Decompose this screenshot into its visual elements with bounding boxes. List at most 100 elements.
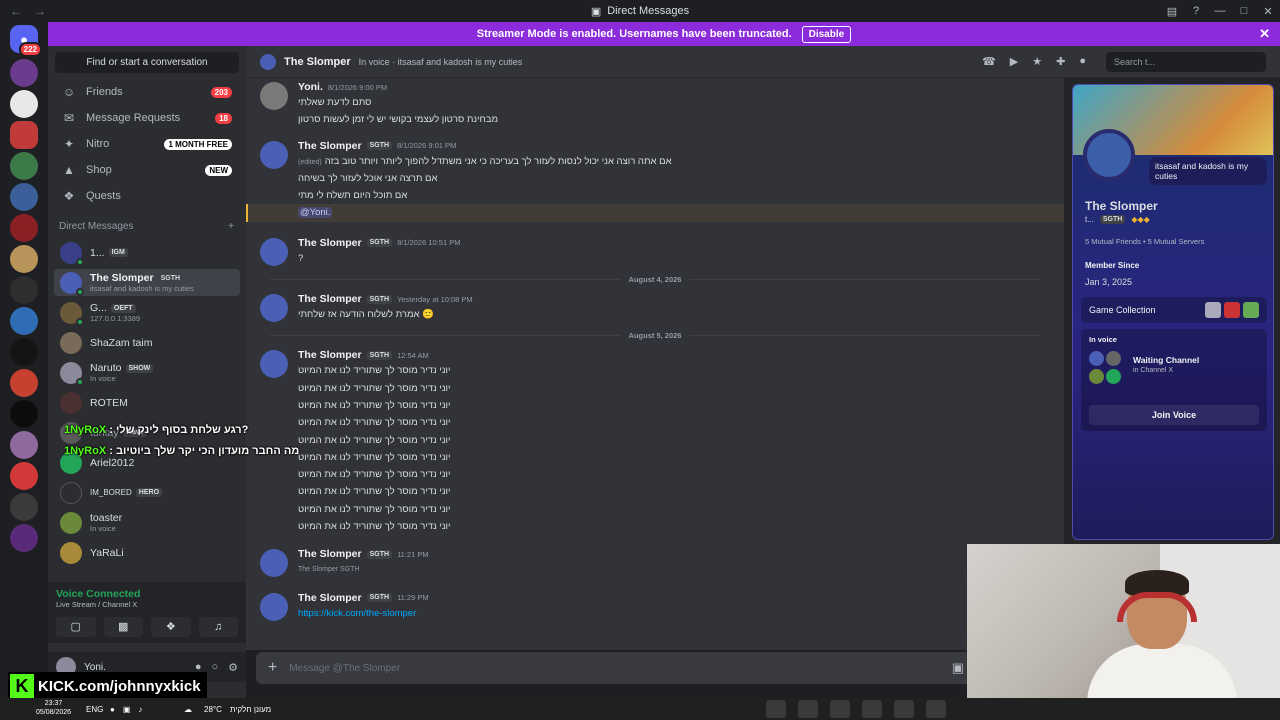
server-icon[interactable]	[10, 338, 38, 366]
date-divider: August 4, 2026	[262, 275, 1048, 284]
gift-icon[interactable]: ▣	[952, 660, 964, 676]
profile-card: itsasaf and kadosh is my cuties The Slom…	[1072, 84, 1274, 540]
dm-item[interactable]: toaster In voice	[54, 509, 240, 536]
gear-icon[interactable]: ⚙	[228, 661, 238, 674]
friends-icon: ☺	[62, 85, 76, 99]
server-icon[interactable]	[10, 276, 38, 304]
app-icon[interactable]	[926, 700, 946, 718]
server-icon[interactable]	[10, 493, 38, 521]
server-icon[interactable]	[10, 524, 38, 552]
server-icon[interactable]	[10, 462, 38, 490]
language[interactable]: ENG	[86, 705, 103, 714]
dm-item[interactable]: ShaZam taim	[54, 329, 240, 356]
dm-item[interactable]: ROTEM	[54, 389, 240, 416]
screenshare-button[interactable]: ▩	[103, 617, 143, 637]
user-name: Yoni.	[84, 661, 106, 673]
dm-item[interactable]: 1... IGM	[54, 239, 240, 266]
server-icon[interactable]	[10, 152, 38, 180]
avatar[interactable]	[260, 549, 288, 578]
message: Yoni. 8/1/2026 9:00 PM סתם לדעת שאלתי מבח…	[246, 80, 1064, 129]
server-icon[interactable]	[10, 90, 38, 118]
dm-item[interactable]: YaRaLi	[54, 539, 240, 566]
video-icon[interactable]: ▶	[1010, 55, 1018, 68]
sidebar-item-nitro[interactable]: ✦ Nitro 1 MONTH FREE	[54, 131, 240, 157]
plus-icon[interactable]: +	[228, 221, 234, 232]
avatar[interactable]	[260, 294, 288, 323]
message: The Slomper SGTH 11:21 PM The Slomper SGTH	[246, 547, 1064, 578]
avatar[interactable]	[260, 350, 288, 379]
sidebar-item-friends[interactable]: ☺ Friends 203	[54, 79, 240, 105]
game-collection[interactable]: Game Collection	[1081, 297, 1267, 323]
call-icon[interactable]: ☎	[982, 55, 996, 68]
search-input[interactable]: Search t...	[1106, 51, 1266, 72]
server-icon[interactable]	[10, 307, 38, 335]
window-controls: ▤ ? — □ ✕	[1160, 0, 1280, 22]
close-button[interactable]: ✕	[1256, 5, 1280, 18]
server-icon[interactable]	[10, 214, 38, 242]
headphones-icon[interactable]: ○	[211, 661, 218, 674]
mail-icon: ✉	[63, 111, 75, 125]
guild-tag: IGM	[108, 248, 128, 257]
close-icon[interactable]: ✕	[1259, 26, 1270, 42]
dm-item[interactable]: IM_BORED HERO	[54, 479, 240, 506]
mic-icon[interactable]: ●	[110, 705, 115, 714]
profile-avatar[interactable]	[1083, 129, 1135, 181]
server-rail: ● 222	[0, 22, 48, 698]
guild-tag: SHOW	[125, 363, 154, 373]
app-icon[interactable]	[862, 700, 882, 718]
guild-tag: SGTH	[1099, 215, 1126, 224]
message-link[interactable]: https://kick.com/the-slomper	[298, 608, 416, 619]
game-icons	[1205, 302, 1259, 318]
member-since: Jan 3, 2025	[1085, 277, 1133, 287]
dm-item[interactable]: Naruto SHOW In voice	[54, 359, 240, 386]
server-icon[interactable]	[10, 121, 38, 149]
avatar[interactable]	[260, 140, 288, 169]
server-icon[interactable]	[10, 369, 38, 397]
requests-badge: 18	[215, 112, 232, 124]
avatar	[60, 331, 82, 354]
volume-icon[interactable]: ♪	[138, 705, 142, 714]
voice-channel[interactable]: Live Stream / Channel X	[56, 600, 238, 609]
shop-icon: ▲	[63, 163, 75, 177]
dm-item-active[interactable]: The Slomper SGTH itsasaf and kadosh is my …	[54, 269, 240, 296]
maximize-button[interactable]: □	[1232, 5, 1256, 17]
message-composer[interactable]: + Message @The Slomper ▣	[256, 652, 976, 684]
server-icon[interactable]	[10, 183, 38, 211]
plus-icon[interactable]: +	[268, 659, 277, 677]
avatar[interactable]	[260, 82, 288, 110]
mention[interactable]: @Yoni.	[298, 207, 333, 219]
sidebar-item-shop[interactable]: ▲ Shop NEW	[54, 157, 240, 183]
profile-icon[interactable]: ●	[1079, 55, 1086, 68]
avatar[interactable]	[260, 592, 288, 621]
network-icon[interactable]: ▣	[123, 705, 131, 714]
message: The Slomper SGTH 11:29 PM https://kick.com…	[246, 591, 1064, 622]
avatar[interactable]	[260, 237, 288, 266]
inbox-icon[interactable]: ▤	[1160, 5, 1184, 18]
disable-button[interactable]: Disable	[801, 25, 852, 43]
home-button[interactable]: ● 222	[10, 25, 42, 57]
add-friend-icon[interactable]: ✚	[1056, 55, 1065, 68]
epic-games-icon[interactable]	[766, 700, 786, 718]
server-icon[interactable]	[10, 400, 38, 428]
sidebar-item-message-requests[interactable]: ✉ Message Requests 18	[54, 105, 240, 131]
dm-item[interactable]: G... OEFT 127.0.0.1:3389	[54, 299, 240, 326]
weather-temp[interactable]: 28°C	[204, 705, 222, 714]
dm-header: Direct Messages +	[59, 221, 234, 232]
server-icon[interactable]	[10, 245, 38, 273]
server-icon[interactable]	[10, 431, 38, 459]
composer-input[interactable]: Message @The Slomper	[289, 663, 400, 674]
mutuals[interactable]: 5 Mutual Friends • 5 Mutual Servers	[1085, 237, 1204, 246]
app-icon[interactable]	[798, 700, 818, 718]
find-conversation-button[interactable]: Find or start a conversation	[55, 52, 239, 73]
camera-button[interactable]: ▢	[56, 617, 96, 637]
minimize-button[interactable]: —	[1208, 5, 1232, 17]
help-icon[interactable]: ?	[1184, 5, 1208, 17]
app-icon[interactable]	[894, 700, 914, 718]
app-icon[interactable]	[830, 700, 850, 718]
sidebar-item-quests[interactable]: ❖ Quests	[54, 183, 240, 209]
soundboard-button[interactable]: ♫	[198, 617, 238, 637]
server-icon[interactable]	[10, 59, 38, 87]
activities-button[interactable]: ❖	[151, 617, 191, 637]
join-voice-button[interactable]: Join Voice	[1089, 405, 1259, 425]
pin-icon[interactable]: ★	[1032, 55, 1042, 68]
